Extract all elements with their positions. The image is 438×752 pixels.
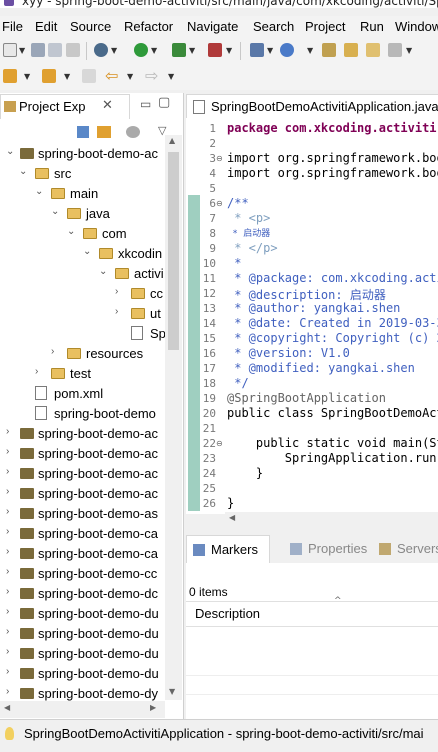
menu-refactor[interactable]: Refactor bbox=[124, 19, 173, 34]
scrollbar-thumb[interactable] bbox=[168, 152, 179, 350]
scroll-left-icon[interactable]: ◀ bbox=[4, 703, 10, 712]
next-annotation-icon[interactable] bbox=[3, 69, 17, 83]
properties-icon bbox=[290, 543, 302, 555]
chevron-down-icon[interactable]: ▼ bbox=[226, 46, 232, 55]
tab-label: Project Exp bbox=[19, 99, 86, 114]
menu-project[interactable]: Project bbox=[305, 19, 345, 34]
debug-icon[interactable] bbox=[94, 43, 108, 57]
pin-icon[interactable] bbox=[388, 43, 402, 57]
run-last-icon[interactable] bbox=[172, 43, 186, 57]
code-editor[interactable] bbox=[186, 118, 438, 514]
forward-icon[interactable]: ⇨ bbox=[145, 66, 158, 85]
java-file-icon bbox=[193, 100, 205, 114]
chevron-down-icon[interactable]: ▼ bbox=[127, 72, 133, 81]
last-edit-icon[interactable] bbox=[82, 69, 96, 83]
chevron-down-icon[interactable]: ▼ bbox=[19, 46, 25, 55]
open-task-icon[interactable] bbox=[344, 43, 358, 57]
tab-label: Markers bbox=[211, 542, 258, 557]
editor-tab[interactable]: SpringBootDemoActivitiApplication.java bbox=[186, 94, 438, 119]
scroll-right-icon[interactable]: ▶ bbox=[150, 703, 156, 712]
menu-edit[interactable]: Edit bbox=[35, 19, 57, 34]
bottom-tab-bar: Markers Properties Servers bbox=[186, 535, 438, 564]
column-description[interactable]: Description bbox=[195, 606, 260, 621]
lightbulb-icon bbox=[5, 727, 14, 740]
menu-source[interactable]: Source bbox=[70, 19, 111, 34]
new-java-project-icon[interactable] bbox=[250, 43, 264, 57]
scroll-up-icon[interactable]: ▲ bbox=[169, 136, 175, 145]
table-header: Description ^ bbox=[186, 596, 438, 627]
markers-view: 0 items Description ^ bbox=[186, 563, 438, 719]
print-icon[interactable] bbox=[66, 43, 80, 57]
new-class-icon[interactable] bbox=[280, 43, 294, 57]
change-ruler bbox=[188, 195, 200, 511]
tab-markers[interactable]: Markers bbox=[186, 535, 270, 563]
scroll-down-icon[interactable]: ▼ bbox=[169, 687, 175, 696]
collapse-all-icon[interactable] bbox=[77, 126, 89, 138]
run-icon[interactable] bbox=[134, 43, 148, 57]
chevron-down-icon[interactable]: ▼ bbox=[151, 46, 157, 55]
new-icon[interactable] bbox=[3, 43, 17, 57]
back-icon[interactable]: ⇦ bbox=[105, 66, 118, 85]
editor-horizontal-scrollbar[interactable]: ◀ bbox=[225, 512, 438, 527]
items-count: 0 items bbox=[189, 585, 228, 599]
menu-navigate[interactable]: Navigate bbox=[187, 19, 238, 34]
save-icon[interactable] bbox=[31, 43, 45, 57]
chevron-down-icon[interactable]: ▼ bbox=[24, 72, 30, 81]
link-with-editor-icon[interactable] bbox=[97, 126, 111, 138]
menu-file[interactable]: File bbox=[2, 19, 23, 34]
close-icon[interactable]: ✕ bbox=[102, 98, 113, 113]
filter-icon[interactable] bbox=[126, 126, 140, 138]
chevron-down-icon[interactable]: ▼ bbox=[168, 72, 174, 81]
tab-servers[interactable]: Servers bbox=[397, 541, 438, 556]
markers-icon bbox=[193, 544, 205, 556]
main-toolbar: ▼ ▼ ▼ ▼ ▼ ▼ ▼ ▼ bbox=[0, 38, 438, 64]
minimize-icon[interactable]: ▭ bbox=[140, 97, 151, 111]
chevron-down-icon[interactable]: ▼ bbox=[64, 72, 70, 81]
save-all-icon[interactable] bbox=[48, 43, 62, 57]
search-icon[interactable] bbox=[366, 43, 380, 57]
scroll-left-icon[interactable]: ◀ bbox=[229, 513, 235, 522]
chevron-down-icon[interactable]: ▼ bbox=[111, 46, 117, 55]
maximize-icon[interactable]: ▢ bbox=[158, 95, 170, 110]
status-text: SpringBootDemoActivitiApplication - spri… bbox=[24, 726, 424, 741]
servers-icon bbox=[379, 543, 391, 555]
tab-properties[interactable]: Properties bbox=[308, 541, 367, 556]
navigation-toolbar: ▼ ▼ ⇦ ▼ ⇨ ▼ bbox=[0, 64, 438, 90]
menu-search[interactable]: Search bbox=[253, 19, 294, 34]
status-bar: SpringBootDemoActivitiApplication - spri… bbox=[0, 719, 438, 752]
window-title: xyy - spring-boot-demo-activiti/src/main… bbox=[22, 0, 438, 8]
project-explorer-tab[interactable]: Project Exp ✕ bbox=[0, 94, 130, 119]
external-tools-icon[interactable] bbox=[208, 43, 222, 57]
horizontal-scrollbar[interactable]: ◀ ▶ bbox=[0, 701, 165, 718]
title-bar: xyy - spring-boot-demo-activiti/src/main… bbox=[0, 0, 438, 8]
sort-icon: ^ bbox=[334, 596, 342, 606]
chevron-down-icon[interactable]: ▼ bbox=[189, 46, 195, 55]
chevron-down-icon[interactable]: ▼ bbox=[267, 46, 273, 55]
menu-window[interactable]: Window bbox=[395, 19, 438, 34]
chevron-down-icon[interactable]: ▼ bbox=[406, 46, 412, 55]
project-tree: ⌄ spring-boot-demo-ac ⌄ src ⌄ main ⌄ java ⌄ c… bbox=[6, 146, 165, 701]
menu-run[interactable]: Run bbox=[360, 19, 384, 34]
menu-bar: File Edit Source Refactor Navigate Searc… bbox=[0, 16, 438, 38]
project-explorer-icon bbox=[4, 101, 16, 112]
previous-annotation-icon[interactable] bbox=[42, 69, 56, 83]
chevron-down-icon[interactable]: ▼ bbox=[307, 46, 313, 55]
tab-label: SpringBootDemoActivitiApplication.java bbox=[211, 99, 438, 114]
open-type-icon[interactable] bbox=[322, 43, 336, 57]
app-icon bbox=[4, 0, 14, 6]
